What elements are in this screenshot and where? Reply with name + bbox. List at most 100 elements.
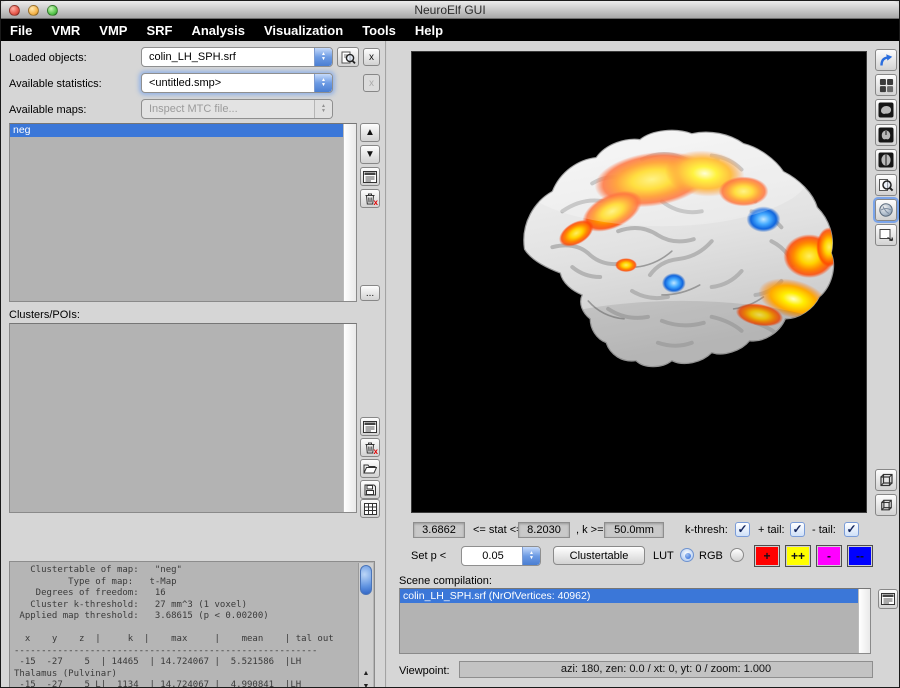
scroll-down-icon[interactable]: ▼ xyxy=(363,680,370,688)
properties-icon xyxy=(363,171,377,183)
k-thresh-label: k-thresh: xyxy=(685,524,728,536)
maps-list[interactable]: neg xyxy=(9,123,357,302)
p-value-combo[interactable]: 0.05 ▲▼ xyxy=(461,546,541,566)
combo-stepper-icon[interactable]: ▲▼ xyxy=(522,547,540,565)
close-object-button[interactable]: x xyxy=(363,48,380,66)
neg-tail-checkbox[interactable]: ✓ xyxy=(844,522,859,537)
axial-brain-icon xyxy=(878,152,894,168)
available-statistics-combo[interactable]: <untitled.smp> ▲▼ xyxy=(141,73,333,93)
more-maps-button[interactable]: ... xyxy=(360,285,380,301)
delete-x-icon: x xyxy=(374,198,378,207)
clustertable-text: Clustertable of map: "neg" Type of map: … xyxy=(14,565,354,687)
menu-item[interactable]: File xyxy=(10,23,32,38)
scroll-up-icon[interactable]: ▲ xyxy=(363,667,370,680)
loaded-objects-combo[interactable]: colin_LH_SPH.srf ▲▼ xyxy=(141,47,333,67)
layout-grid-icon xyxy=(879,78,894,93)
neuroelf-window: NeuroElf GUI File VMR VMP SRF Analysis Visual… xyxy=(0,0,900,688)
available-maps-placeholder: Inspect MTC file... xyxy=(149,103,238,115)
viewpoint-value: azi: 180, zen: 0.0 / xt: 0, yt: 0 / zoom… xyxy=(459,661,873,678)
clusters-list[interactable] xyxy=(9,323,357,513)
combo-stepper-icon[interactable]: ▲▼ xyxy=(314,74,332,92)
delete-map-button[interactable]: x xyxy=(360,189,380,208)
stat-between-label: <= stat <= xyxy=(473,524,523,536)
maps-list-item[interactable]: neg xyxy=(10,124,343,137)
coronal-view-button[interactable] xyxy=(875,124,897,146)
console-scrollbar[interactable]: ▲▼ xyxy=(358,563,373,688)
clustertable-button[interactable]: Clustertable xyxy=(553,546,645,565)
pos-tail-checkbox[interactable]: ✓ xyxy=(790,522,805,537)
layout-button[interactable] xyxy=(875,74,897,96)
pop-view-button[interactable] xyxy=(875,49,897,71)
properties-icon xyxy=(363,421,377,433)
menu-item[interactable]: Tools xyxy=(362,23,396,38)
loaded-objects-value: colin_LH_SPH.srf xyxy=(149,51,236,63)
undock-window-icon xyxy=(879,228,894,242)
k-value-field[interactable]: 50.0mm xyxy=(604,522,664,538)
undock-view-button[interactable] xyxy=(875,224,897,246)
cube-view-button[interactable] xyxy=(875,469,897,491)
clustertable-console[interactable]: Clustertable of map: "neg" Type of map: … xyxy=(9,561,375,688)
combo-stepper-icon: ▲▼ xyxy=(314,100,332,118)
axial-view-button[interactable] xyxy=(875,149,897,171)
available-statistics-label: Available statistics: xyxy=(9,78,102,90)
small-cube-view-button[interactable] xyxy=(875,494,897,516)
scene-properties-button[interactable] xyxy=(878,589,898,609)
available-statistics-value: <untitled.smp> xyxy=(149,77,221,89)
magnifier-icon xyxy=(878,177,894,193)
menu-item[interactable]: Analysis xyxy=(191,23,244,38)
menu-item[interactable]: VMR xyxy=(51,23,80,38)
scene-scrollbar[interactable] xyxy=(858,589,870,653)
surface-3d-view[interactable] xyxy=(411,51,867,513)
map-down-button[interactable]: ▼ xyxy=(360,145,380,164)
check-icon: ✓ xyxy=(737,522,747,536)
available-maps-label: Available maps: xyxy=(9,104,86,116)
loaded-objects-label: Loaded objects: xyxy=(9,52,87,64)
stat-upper-field[interactable]: 8.2030 xyxy=(518,522,570,538)
control-panel: Loaded objects: colin_LH_SPH.srf ▲▼ x Av… xyxy=(1,41,385,687)
viewpoint-label: Viewpoint: xyxy=(399,665,450,677)
map-properties-button[interactable] xyxy=(360,167,380,186)
rgb-radio[interactable] xyxy=(730,548,744,562)
k-thresh-checkbox[interactable]: ✓ xyxy=(735,522,750,537)
brain-render xyxy=(412,52,868,514)
available-maps-combo[interactable]: Inspect MTC file... ▲▼ xyxy=(141,99,333,119)
check-icon: ✓ xyxy=(846,522,856,536)
inspect-object-button[interactable] xyxy=(337,47,359,67)
properties-icon xyxy=(881,593,895,605)
title-bar[interactable]: NeuroElf GUI xyxy=(1,1,899,19)
save-poi-button[interactable] xyxy=(360,480,380,499)
p-value: 0.05 xyxy=(469,547,517,565)
poi-table-button[interactable] xyxy=(360,499,380,518)
maps-scrollbar[interactable] xyxy=(343,124,356,301)
menu-item[interactable]: Visualization xyxy=(264,23,343,38)
scene-list-item[interactable]: colin_LH_SPH.srf (NrOfVertices: 40962) xyxy=(400,589,858,603)
cluster-properties-button[interactable] xyxy=(360,417,380,436)
rgb-color-button[interactable]: - xyxy=(816,545,842,567)
map-up-button[interactable]: ▲ xyxy=(360,123,380,142)
rgb-color-button[interactable]: + xyxy=(754,545,780,567)
console-scroll-thumb[interactable] xyxy=(360,565,372,595)
open-poi-button[interactable] xyxy=(360,459,380,478)
close-statistics-button[interactable]: x xyxy=(363,74,380,92)
surface-panel: 3.6862 <= stat <= 8.2030 , k >= 50.0mm k… xyxy=(387,41,899,687)
pos-tail-label: + tail: xyxy=(758,524,785,536)
menu-item[interactable]: VMP xyxy=(99,23,127,38)
combo-stepper-icon[interactable]: ▲▼ xyxy=(314,48,332,66)
menu-item[interactable]: Help xyxy=(415,23,443,38)
zoom-view-button[interactable] xyxy=(875,174,897,196)
k-ge-label: , k >= xyxy=(576,524,604,536)
cube-icon xyxy=(879,473,894,488)
clusters-scrollbar[interactable] xyxy=(343,324,356,512)
sagittal-view-button[interactable] xyxy=(875,99,897,121)
delete-cluster-button[interactable]: x xyxy=(360,438,380,457)
rgb-color-button[interactable]: ++ xyxy=(785,545,811,567)
rgb-color-button[interactable]: -- xyxy=(847,545,873,567)
rgb-label: RGB xyxy=(699,550,723,562)
coronal-brain-icon xyxy=(878,127,894,143)
scene-list[interactable]: colin_LH_SPH.srf (NrOfVertices: 40962) xyxy=(399,588,871,654)
menu-item[interactable]: SRF xyxy=(146,23,172,38)
stat-lower-field[interactable]: 3.6862 xyxy=(413,522,465,538)
surface-mode-button[interactable] xyxy=(875,199,897,221)
grid-icon xyxy=(364,503,377,515)
lut-radio[interactable] xyxy=(680,548,694,562)
